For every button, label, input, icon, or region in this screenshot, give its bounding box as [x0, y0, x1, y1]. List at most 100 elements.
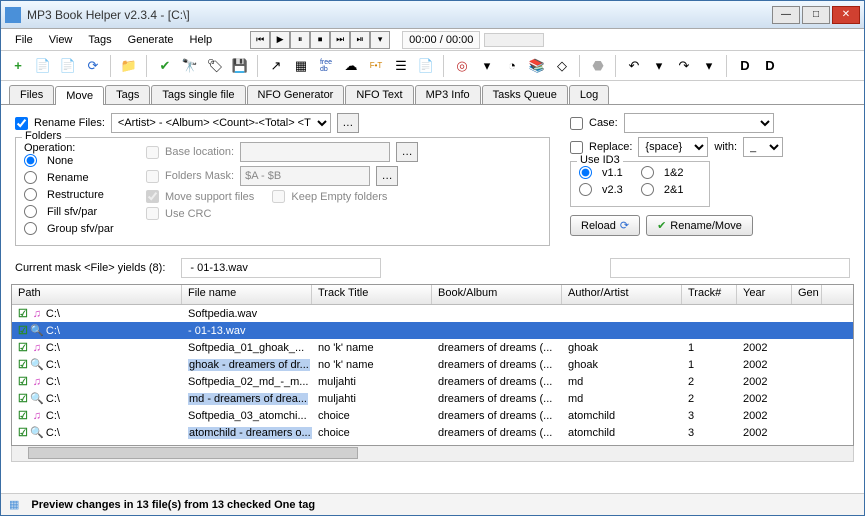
player-dropdown[interactable]: ▾ — [370, 31, 390, 49]
player-play-button[interactable]: ▶ — [270, 31, 290, 49]
player-next-button[interactable]: ⏭ — [330, 31, 350, 49]
minimize-button[interactable]: — — [772, 6, 800, 24]
check-icon[interactable]: ✔ — [154, 55, 176, 77]
pie-icon[interactable]: ◔ — [501, 55, 523, 77]
replace-select[interactable]: {space} — [638, 137, 708, 157]
rename-mask-browse[interactable]: … — [337, 113, 359, 133]
titlebar[interactable]: MP3 Book Helper v2.3.4 - [C:\] — □ ✕ — [1, 1, 864, 29]
status-icon: ▦ — [9, 498, 19, 511]
id3-v23-radio[interactable] — [579, 183, 592, 196]
d1-icon[interactable]: D — [734, 55, 756, 77]
d2-icon[interactable]: D — [759, 55, 781, 77]
col-track[interactable]: Track# — [682, 285, 737, 304]
tab-tags-single[interactable]: Tags single file — [151, 85, 245, 104]
tab-tasks-queue[interactable]: Tasks Queue — [482, 85, 568, 104]
undo-dropdown[interactable]: ▾ — [648, 55, 670, 77]
redo-dropdown[interactable]: ▾ — [698, 55, 720, 77]
menu-tags[interactable]: Tags — [80, 32, 119, 48]
case-select[interactable] — [624, 113, 774, 133]
col-filename[interactable]: File name — [182, 285, 312, 304]
menu-file[interactable]: File — [7, 32, 41, 48]
op-restructure-radio[interactable] — [24, 188, 37, 201]
eraser-icon[interactable]: ◇ — [551, 55, 573, 77]
menu-view[interactable]: View — [41, 32, 81, 48]
col-book[interactable]: Book/Album — [432, 285, 562, 304]
grid-body[interactable]: ☑♫C:\Softpedia.wav☑🔍C:\- 01-13.wav☑♫C:\S… — [12, 305, 853, 445]
close-button[interactable]: ✕ — [832, 6, 860, 24]
menu-help[interactable]: Help — [182, 32, 221, 48]
col-year[interactable]: Year — [737, 285, 792, 304]
col-genre[interactable]: Gen — [792, 285, 822, 304]
id3-fieldset: Use ID3 v1.1 1&2 v2.3 2&1 — [570, 161, 710, 207]
tag-icon[interactable]: 🏷 — [204, 55, 226, 77]
undo-icon[interactable]: ↶ — [623, 55, 645, 77]
time-slider[interactable] — [484, 33, 544, 47]
replace-checkbox[interactable] — [570, 141, 583, 154]
table-row[interactable]: ☑🔍C:\atomchild - dreamers o...choicedrea… — [12, 424, 853, 441]
player-stop-button[interactable]: ⏹ — [310, 31, 330, 49]
tab-nfo-gen[interactable]: NFO Generator — [247, 85, 345, 104]
save-icon[interactable]: 💾 — [229, 55, 251, 77]
col-title[interactable]: Track Title — [312, 285, 432, 304]
player-prev-button[interactable]: ⏮ — [250, 31, 270, 49]
op-rename-radio[interactable] — [24, 171, 37, 184]
rename-move-button[interactable]: ✔Rename/Move — [646, 215, 753, 236]
table-row[interactable]: ☑🔍C:\ghoak - dreamers of dr...no 'k' nam… — [12, 356, 853, 373]
tab-files[interactable]: Files — [9, 85, 54, 104]
player-pause-button[interactable]: ⏸ — [290, 31, 310, 49]
fmask-browse[interactable]: … — [376, 166, 398, 186]
folder-icon[interactable]: 📁 — [118, 55, 140, 77]
col-author[interactable]: Author/Artist — [562, 285, 682, 304]
op-group-radio[interactable] — [24, 222, 37, 235]
id3-12-radio[interactable] — [641, 166, 654, 179]
table-row[interactable]: ☑🔍C:\- 01-13.wav — [12, 322, 853, 339]
stop-icon[interactable]: ⬣ — [587, 55, 609, 77]
maximize-button[interactable]: □ — [802, 6, 830, 24]
table-row[interactable]: ☑♫C:\Softpedia_02_md_-_m...muljahtidream… — [12, 373, 853, 390]
db-icon[interactable]: ▦ — [290, 55, 312, 77]
binoculars-icon[interactable]: 🔭 — [179, 55, 201, 77]
file-open-icon[interactable]: 📄 — [32, 55, 54, 77]
menu-generate[interactable]: Generate — [120, 32, 182, 48]
tab-mp3-info[interactable]: MP3 Info — [415, 85, 481, 104]
refresh-icon[interactable]: ⟳ — [82, 55, 104, 77]
rename-files-checkbox[interactable] — [15, 117, 28, 130]
baseloc-browse[interactable]: … — [396, 142, 418, 162]
tab-log[interactable]: Log — [569, 85, 609, 104]
cloud-icon[interactable]: ☁ — [340, 55, 362, 77]
mag-icon: 🔍 — [31, 325, 43, 337]
with-select[interactable]: _ — [743, 137, 783, 157]
reload-button[interactable]: Reload⟳ — [570, 215, 640, 236]
horizontal-scrollbar[interactable] — [11, 446, 854, 462]
note-icon: ♫ — [31, 410, 43, 422]
redo-icon[interactable]: ↷ — [673, 55, 695, 77]
id3-v11-radio[interactable] — [579, 166, 592, 179]
rename-mask-select[interactable]: <Artist> - <Album> <Count>-<Total> <T — [111, 113, 331, 133]
mask-extra — [610, 258, 850, 278]
new-file-icon[interactable]: 📄 — [57, 55, 79, 77]
keepempty-checkbox — [272, 190, 285, 203]
case-checkbox[interactable] — [570, 117, 583, 130]
tab-tags[interactable]: Tags — [105, 85, 150, 104]
rename-files-label: Rename Files: — [34, 117, 105, 129]
table-row[interactable]: ☑♫C:\Softpedia.wav — [12, 305, 853, 322]
stack-icon[interactable]: 📚 — [526, 55, 548, 77]
table-row[interactable]: ☑♫C:\Softpedia_01_ghoak_...no 'k' namedr… — [12, 339, 853, 356]
table-row[interactable]: ☑♫C:\Softpedia_03_atomchi...choicedreame… — [12, 407, 853, 424]
list-icon[interactable]: ☰ — [390, 55, 412, 77]
ft-icon[interactable]: F•T — [365, 55, 387, 77]
export-icon[interactable]: ↗ — [265, 55, 287, 77]
target-icon[interactable]: ◎ — [451, 55, 473, 77]
player-end-button[interactable]: ⏯ — [350, 31, 370, 49]
tab-move[interactable]: Move — [55, 86, 104, 105]
tab-nfo-text[interactable]: NFO Text — [345, 85, 413, 104]
table-row[interactable]: ☑🔍C:\md - dreamers of drea...muljahtidre… — [12, 390, 853, 407]
doc-icon[interactable]: 📄 — [415, 55, 437, 77]
col-path[interactable]: Path — [12, 285, 182, 304]
op-fill-radio[interactable] — [24, 205, 37, 218]
op-none-radio[interactable] — [24, 154, 37, 167]
id3-21-radio[interactable] — [641, 183, 654, 196]
freedb-icon[interactable]: freedb — [315, 55, 337, 77]
add-button[interactable]: + — [7, 55, 29, 77]
target-dropdown[interactable]: ▾ — [476, 55, 498, 77]
